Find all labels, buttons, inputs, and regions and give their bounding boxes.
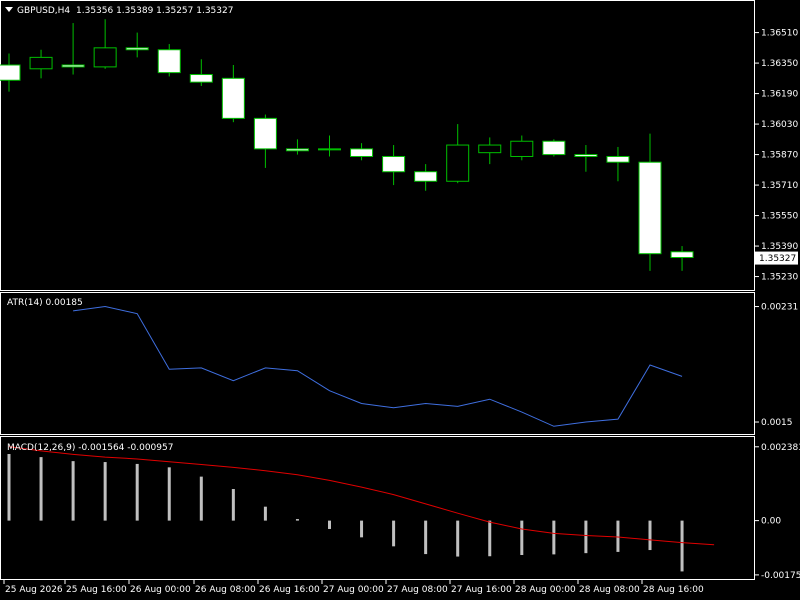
macd-histogram-bar bbox=[616, 520, 620, 552]
candle-body bbox=[350, 148, 374, 157]
candle-body bbox=[157, 49, 181, 74]
candle-body bbox=[542, 140, 566, 156]
price-candles bbox=[0, 19, 694, 271]
time-tick-label: 28 Aug 00:00 bbox=[515, 585, 576, 595]
candle-body bbox=[446, 144, 470, 182]
atr-tick-label: 0.00231 bbox=[761, 303, 798, 313]
candle-body bbox=[478, 144, 502, 154]
macd-tick-label: -0.001752 bbox=[761, 571, 800, 581]
chart-menu-triangle-icon[interactable] bbox=[5, 7, 13, 12]
macd-histogram-bar bbox=[295, 519, 299, 521]
macd-indicator bbox=[7, 446, 715, 572]
candle-body bbox=[510, 140, 534, 157]
macd-histogram-bar bbox=[263, 506, 267, 521]
ohlc-readout: 1.35356 1.35389 1.35257 1.35327 bbox=[76, 6, 233, 16]
candle-body bbox=[670, 251, 694, 259]
macd-histogram-bar bbox=[71, 461, 75, 521]
time-tick-label: 26 Aug 16:00 bbox=[259, 585, 320, 595]
symbol-title: GBPUSD,H4 bbox=[17, 6, 70, 16]
macd-histogram-bar bbox=[424, 520, 428, 555]
price-tick-label: 1.35390 bbox=[761, 242, 798, 252]
candle-body bbox=[61, 64, 85, 68]
price-axis: 1.36510 1.36350 1.36190 1.36030 1.35870 1.357… bbox=[755, 29, 800, 581]
candle-body bbox=[382, 155, 406, 173]
macd-histogram-bar bbox=[199, 476, 203, 521]
candle-body bbox=[125, 47, 149, 51]
price-tick-label: 1.35870 bbox=[761, 151, 798, 161]
candle-body bbox=[0, 64, 21, 81]
candle-body bbox=[574, 154, 598, 157]
macd-tick-label: 0.002383 bbox=[761, 443, 800, 453]
atr-title: ATR(14) 0.00185 bbox=[7, 298, 83, 308]
time-tick-label: 28 Aug 16:00 bbox=[643, 585, 704, 595]
candle-body bbox=[414, 171, 438, 182]
time-tick-label: 26 Aug 08:00 bbox=[195, 585, 256, 595]
price-tick-label: 1.36030 bbox=[761, 120, 798, 130]
price-tick-label: 1.36510 bbox=[761, 29, 798, 39]
macd-histogram-bar bbox=[103, 462, 107, 521]
candle-body bbox=[253, 117, 277, 150]
time-tick-label: 27 Aug 00:00 bbox=[323, 585, 384, 595]
macd-histogram-bar bbox=[39, 457, 43, 521]
time-tick-label: 26 Aug 00:00 bbox=[130, 585, 191, 595]
candle-body bbox=[189, 74, 213, 83]
price-tick-label: 1.35550 bbox=[761, 212, 798, 222]
atr-panel-frame bbox=[0, 292, 755, 435]
candle-body bbox=[606, 155, 630, 163]
atr-tick-label: 0.0015 bbox=[761, 418, 793, 428]
time-tick-label: 25 Aug 16:00 bbox=[66, 585, 127, 595]
macd-tick-label: 0.00 bbox=[761, 517, 781, 527]
time-tick-label: 27 Aug 16:00 bbox=[451, 585, 512, 595]
macd-histogram-bar bbox=[328, 520, 331, 529]
macd-histogram-bar bbox=[167, 467, 171, 521]
atr-line bbox=[73, 306, 683, 427]
macd-histogram-bar bbox=[7, 454, 11, 521]
macd-histogram-bar bbox=[680, 520, 684, 572]
time-tick-label: 28 Aug 08:00 bbox=[579, 585, 640, 595]
macd-histogram-bar bbox=[488, 520, 492, 557]
price-tick-label: 1.35710 bbox=[761, 181, 798, 191]
time-tick-label: 25 Aug 2026 bbox=[5, 585, 63, 595]
macd-histogram-bar bbox=[552, 520, 556, 555]
candle-body bbox=[285, 148, 309, 152]
macd-histogram-bar bbox=[648, 520, 652, 551]
atr-indicator bbox=[73, 306, 683, 427]
time-axis: 25 Aug 2026 25 Aug 16:00 26 Aug 00:00 26 Au… bbox=[3, 580, 704, 595]
trading-chart[interactable]: 1.36510 1.36350 1.36190 1.36030 1.35870 1.357… bbox=[0, 0, 800, 600]
macd-histogram-bar bbox=[135, 463, 139, 521]
candle-body bbox=[29, 56, 53, 70]
macd-histogram-bar bbox=[231, 489, 235, 521]
macd-histogram-bar bbox=[392, 520, 396, 547]
macd-histogram-bar bbox=[360, 520, 364, 538]
price-tick-label: 1.36350 bbox=[761, 59, 798, 69]
macd-histogram-bar bbox=[584, 520, 588, 554]
macd-histogram-bar bbox=[456, 520, 460, 557]
macd-histogram-bar bbox=[520, 520, 524, 556]
last-price-label: 1.35327 bbox=[759, 254, 796, 264]
time-tick-label: 27 Aug 08:00 bbox=[387, 585, 448, 595]
price-tick-label: 1.36190 bbox=[761, 90, 798, 100]
candle-body bbox=[221, 77, 245, 119]
macd-title: MACD(12,26,9) -0.001564 -0.000957 bbox=[7, 443, 173, 453]
candle-body bbox=[638, 161, 662, 255]
candle-body bbox=[318, 148, 341, 151]
price-tick-label: 1.35230 bbox=[761, 273, 798, 283]
candle-body bbox=[93, 47, 117, 68]
